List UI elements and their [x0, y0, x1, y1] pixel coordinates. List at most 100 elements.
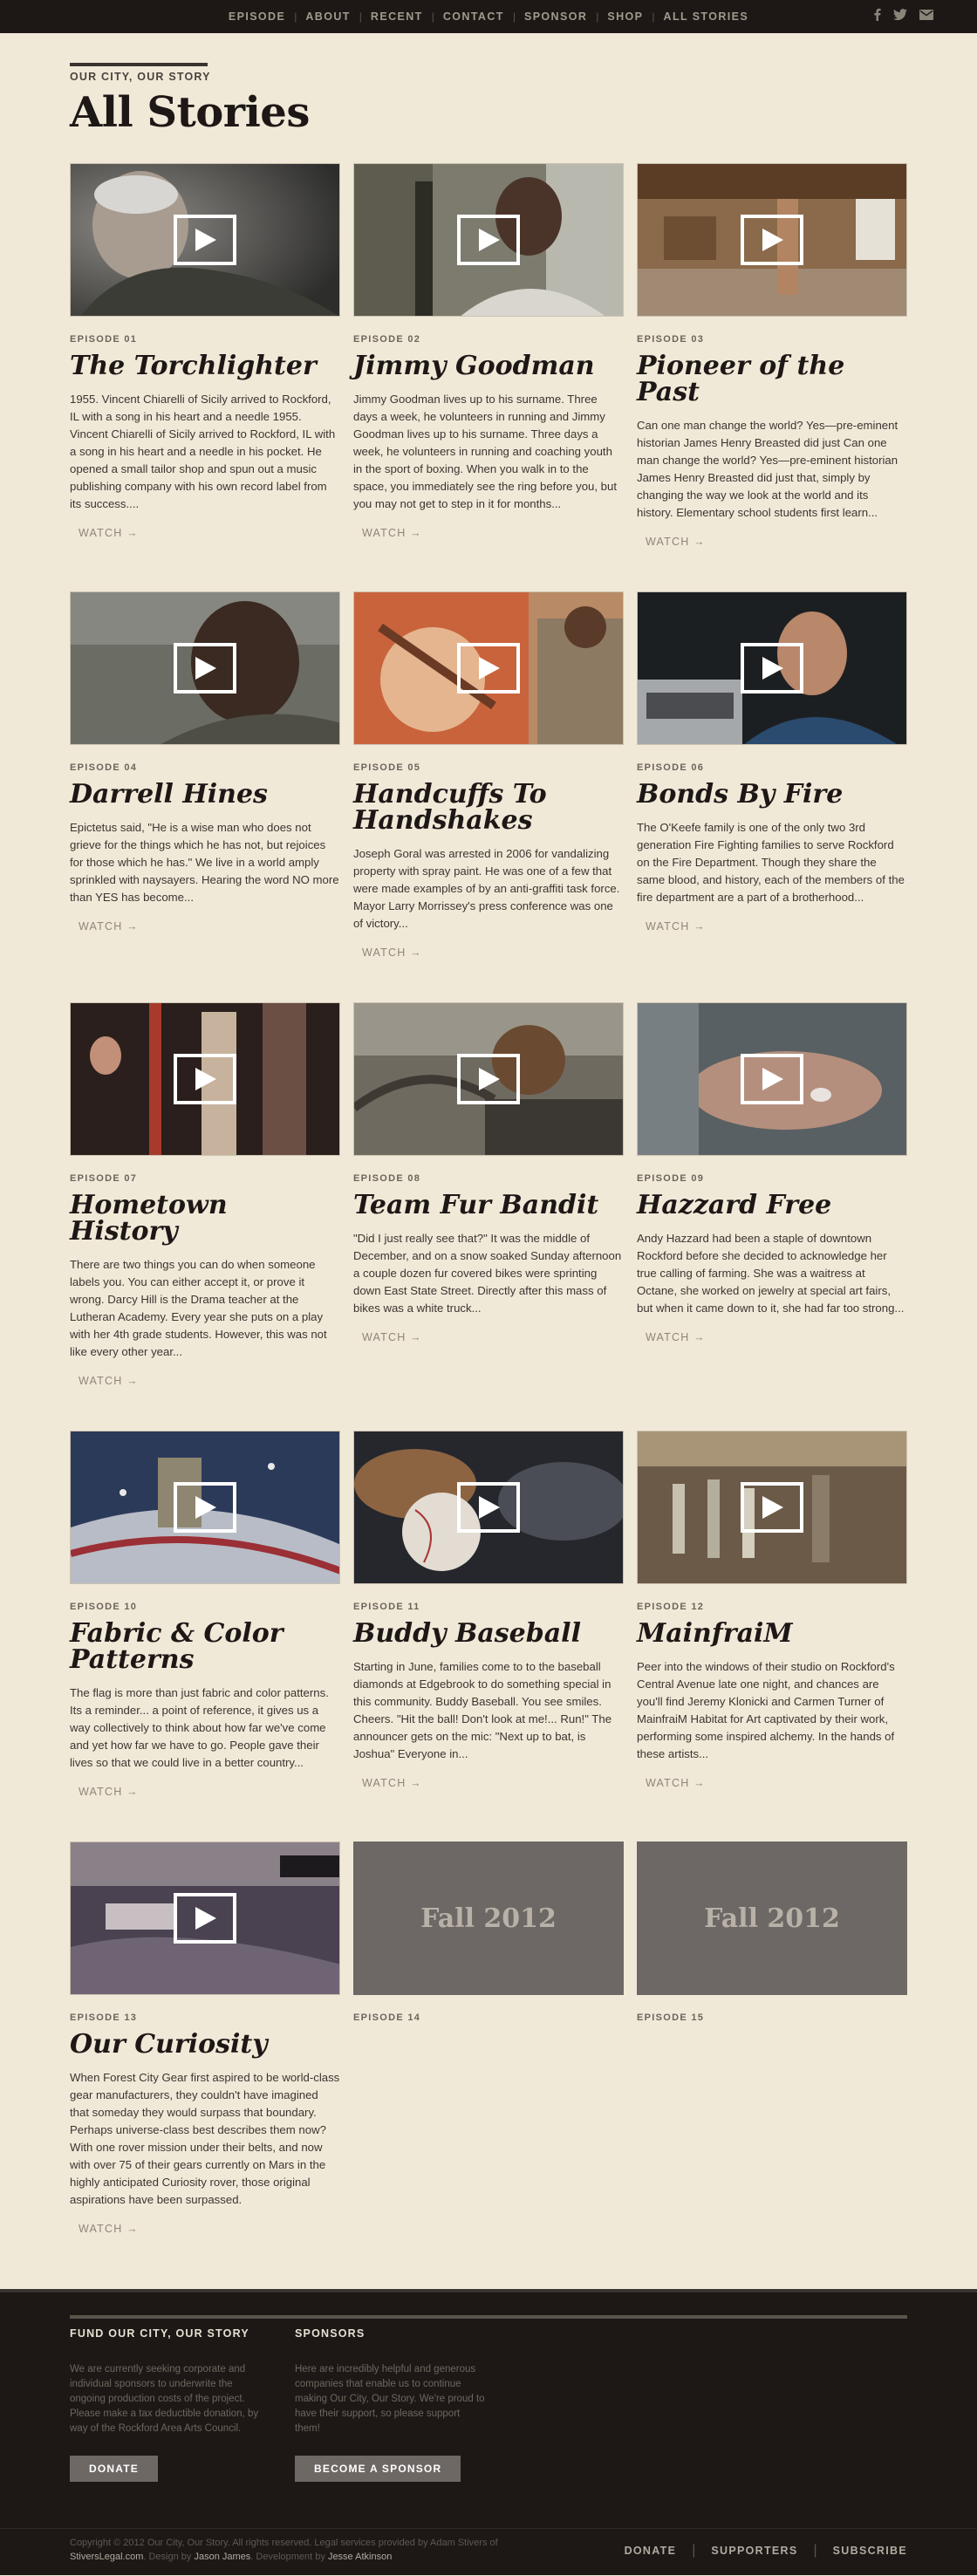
watch-link[interactable]: WATCH →	[362, 527, 422, 539]
episode-title[interactable]: Fabric & Color Patterns	[70, 1621, 340, 1673]
episode-description: "Did I just really see that?" It was the…	[353, 1232, 622, 1315]
story-card: EPISODE 05 Handcuffs To Handshakes Josep…	[353, 591, 624, 960]
play-button[interactable]	[741, 215, 803, 265]
episode-title[interactable]: Team Fur Bandit	[353, 1192, 624, 1219]
facebook-icon[interactable]	[873, 8, 881, 25]
play-button[interactable]	[174, 215, 236, 265]
episode-description: Joseph Goral was arrested in 2006 for va…	[353, 847, 620, 930]
video-thumbnail[interactable]	[353, 1002, 624, 1156]
play-button[interactable]	[741, 643, 803, 694]
watch-link[interactable]: WATCH →	[362, 946, 422, 959]
dev-by-text: . Development by	[250, 2552, 328, 2562]
watch-link[interactable]: WATCH →	[646, 1777, 706, 1789]
story-card: EPISODE 01 The Torchlighter 1955. Vincen…	[70, 163, 340, 550]
footer-link-supporters[interactable]: SUPPORTERS	[695, 2545, 813, 2557]
story-card-upcoming: Fall 2012 EPISODE 14	[353, 1841, 624, 2237]
episode-title[interactable]: MainfraiM	[637, 1621, 907, 1647]
donate-button[interactable]: DONATE	[70, 2456, 158, 2482]
nav-item-all-stories[interactable]: ALL STORIES	[655, 10, 758, 23]
episode-description: The flag is more than just fabric and co…	[70, 1686, 329, 1769]
episode-title[interactable]: Pioneer of the Past	[637, 353, 907, 406]
footer-link-subscribe[interactable]: SUBSCRIBE	[817, 2545, 907, 2557]
play-button[interactable]	[174, 1893, 236, 1944]
story-card: EPISODE 10 Fabric & Color Patterns The f…	[70, 1431, 340, 1800]
video-thumbnail[interactable]	[70, 1841, 340, 1995]
play-button[interactable]	[741, 1482, 803, 1533]
play-button[interactable]	[457, 1482, 520, 1533]
watch-link[interactable]: WATCH →	[362, 1331, 422, 1343]
eyebrow-rule	[70, 63, 208, 66]
episode-title[interactable]: Handcuffs To Handshakes	[353, 782, 624, 834]
video-thumbnail[interactable]	[353, 591, 624, 745]
fund-heading: FUND OUR CITY, OUR STORY	[70, 2327, 249, 2340]
copyright-text: Copyright © 2012 Our City, Our Story. Al…	[70, 2536, 523, 2564]
watch-link[interactable]: WATCH →	[79, 1375, 139, 1387]
watch-link[interactable]: WATCH →	[362, 1777, 422, 1789]
episode-title[interactable]: Darrell Hines	[70, 782, 340, 808]
watch-link[interactable]: WATCH →	[646, 536, 706, 548]
watch-link[interactable]: WATCH →	[646, 920, 706, 933]
twitter-icon[interactable]	[893, 8, 907, 25]
episode-title[interactable]: Bonds By Fire	[637, 782, 907, 808]
footer-link-donate[interactable]: DONATE	[609, 2545, 693, 2557]
footer-bottom-bar: Copyright © 2012 Our City, Our Story. Al…	[0, 2528, 977, 2575]
story-card: EPISODE 12 MainfraiM Peer into the windo…	[637, 1431, 907, 1800]
watch-link[interactable]: WATCH →	[646, 1331, 706, 1343]
story-card: EPISODE 08 Team Fur Bandit "Did I just r…	[353, 1002, 624, 1389]
play-button[interactable]	[457, 215, 520, 265]
episode-number: EPISODE 12	[637, 1602, 705, 1612]
video-thumbnail[interactable]	[637, 591, 907, 745]
page-header: OUR CITY, OUR STORY All Stories	[70, 33, 907, 137]
watch-link[interactable]: WATCH →	[79, 527, 139, 539]
episode-number: EPISODE 05	[353, 762, 421, 773]
episode-description: Andy Hazzard had been a staple of downto…	[637, 1232, 905, 1315]
social-links	[873, 0, 933, 33]
story-card: EPISODE 11 Buddy Baseball Starting in Ju…	[353, 1431, 624, 1800]
play-button[interactable]	[174, 1482, 236, 1533]
watch-link[interactable]: WATCH →	[79, 920, 139, 933]
video-thumbnail[interactable]	[637, 163, 907, 317]
episode-title[interactable]: Buddy Baseball	[353, 1621, 624, 1647]
nav-item-recent[interactable]: RECENT	[362, 10, 432, 23]
play-button[interactable]	[457, 643, 520, 694]
video-thumbnail[interactable]	[70, 1002, 340, 1156]
stories-grid: EPISODE 01 The Torchlighter 1955. Vincen…	[70, 163, 907, 2279]
watch-link[interactable]: WATCH →	[79, 1786, 139, 1798]
nav-item-shop[interactable]: SHOP	[598, 10, 652, 23]
email-icon[interactable]	[919, 9, 933, 24]
nav-item-about[interactable]: ABOUT	[297, 10, 359, 23]
play-button[interactable]	[741, 1054, 803, 1104]
episode-title[interactable]: The Torchlighter	[70, 353, 340, 379]
episode-description: Epictetus said, "He is a wise man who do…	[70, 821, 339, 904]
episode-title[interactable]: Jimmy Goodman	[353, 353, 624, 379]
become-sponsor-button[interactable]: BECOME A SPONSOR	[295, 2456, 461, 2482]
video-thumbnail[interactable]	[70, 591, 340, 745]
video-thumbnail[interactable]	[637, 1431, 907, 1584]
nav-item-contact[interactable]: CONTACT	[434, 10, 513, 23]
episode-description: Starting in June, families come to to th…	[353, 1660, 612, 1760]
video-thumbnail[interactable]	[637, 1002, 907, 1156]
episode-description: Jimmy Goodman lives up to his surname. T…	[353, 393, 618, 510]
episode-title[interactable]: Hazzard Free	[637, 1192, 907, 1219]
nav-menu: EPISODE | ABOUT | RECENT | CONTACT | SPO…	[220, 10, 757, 23]
story-card: EPISODE 06 Bonds By Fire The O'Keefe fam…	[637, 591, 907, 960]
video-thumbnail[interactable]	[70, 163, 340, 317]
designer-link[interactable]: Jason James	[194, 2552, 250, 2562]
episode-title[interactable]: Our Curiosity	[70, 2032, 340, 2058]
legal-link[interactable]: StiversLegal.com	[70, 2552, 143, 2562]
developer-link[interactable]: Jesse Atkinson	[328, 2552, 392, 2562]
watch-link[interactable]: WATCH →	[79, 2223, 139, 2235]
video-thumbnail[interactable]	[70, 1431, 340, 1584]
play-button[interactable]	[174, 1054, 236, 1104]
nav-item-sponsor[interactable]: SPONSOR	[516, 10, 596, 23]
episode-number: EPISODE 13	[70, 2012, 138, 2023]
video-thumbnail[interactable]	[353, 1431, 624, 1584]
play-button[interactable]	[174, 643, 236, 694]
play-button[interactable]	[457, 1054, 520, 1104]
episode-title[interactable]: Hometown History	[70, 1192, 340, 1245]
story-card-upcoming: Fall 2012 EPISODE 15	[637, 1841, 907, 2237]
site-eyebrow: OUR CITY, OUR STORY	[70, 71, 211, 83]
episode-description: Peer into the windows of their studio on…	[637, 1660, 895, 1760]
video-thumbnail[interactable]	[353, 163, 624, 317]
nav-item-episode[interactable]: EPISODE	[220, 10, 294, 23]
